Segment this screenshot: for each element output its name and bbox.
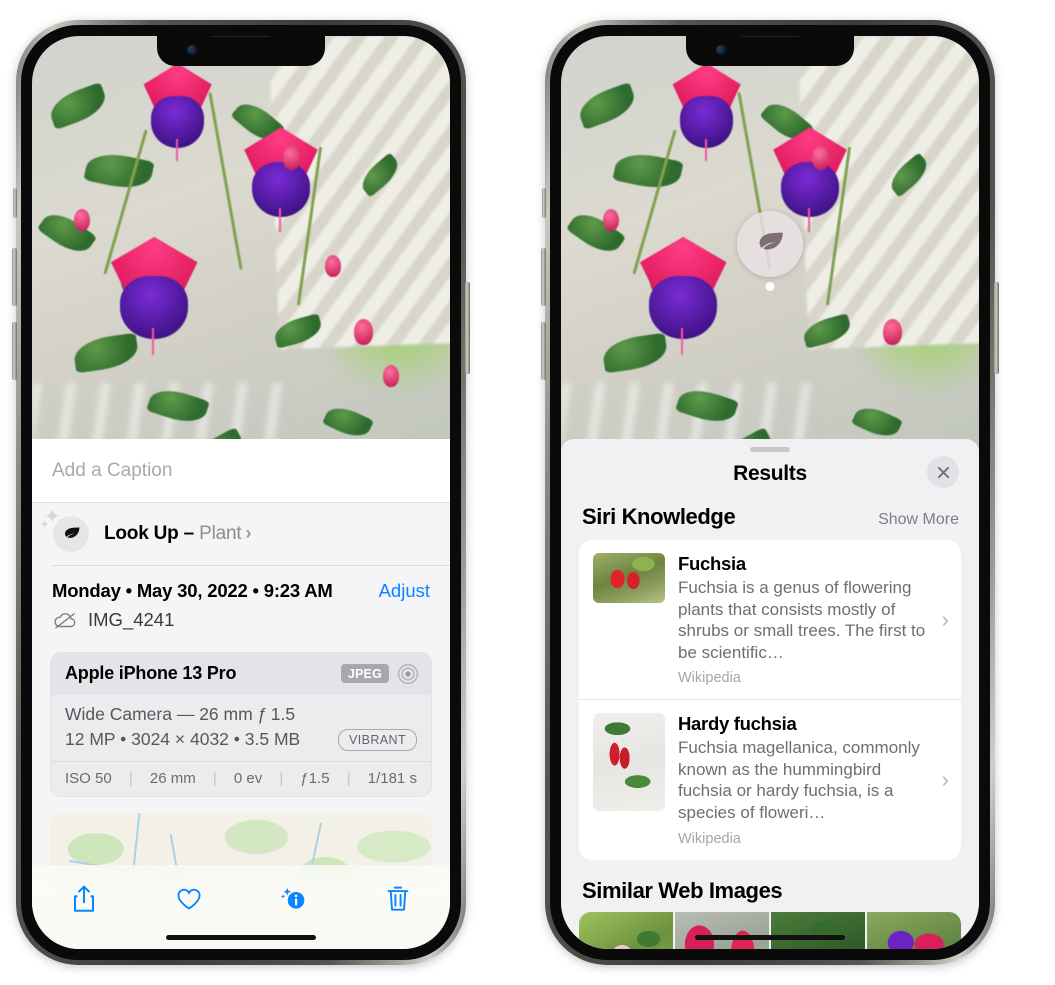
web-image-4[interactable] bbox=[867, 911, 961, 949]
share-button[interactable] bbox=[58, 879, 110, 919]
iphone-device-right: Results Siri Knowledge Show More Fuchsia… bbox=[541, 20, 999, 965]
file-format-badge: JPEG bbox=[340, 664, 389, 683]
volume-up-button[interactable] bbox=[541, 248, 546, 306]
leaf-icon: ✦ ✦ bbox=[40, 507, 89, 552]
home-indicator[interactable] bbox=[166, 935, 316, 940]
volume-down-button[interactable] bbox=[12, 322, 17, 380]
aperture-icon bbox=[397, 663, 419, 684]
power-button[interactable] bbox=[465, 282, 470, 374]
volume-up-button[interactable] bbox=[12, 248, 17, 306]
close-icon bbox=[937, 466, 949, 478]
exif-stats-row: ISO 50 | 26 mm | 0 ev | ƒ1.5 | 1/181 s bbox=[51, 760, 431, 796]
show-more-button[interactable]: Show More bbox=[878, 511, 959, 529]
look-up-label: Look Up – Plant › bbox=[104, 523, 251, 545]
results-header: Results bbox=[561, 452, 979, 502]
results-title: Results bbox=[733, 462, 807, 485]
stat-separator: | bbox=[212, 769, 217, 787]
screenshot-stage: Add a Caption ✦ ✦ Look Up – Plant › Mond… bbox=[0, 0, 1055, 985]
home-indicator[interactable] bbox=[695, 935, 845, 940]
list-item[interactable]: Fuchsia Fuchsia is a genus of flowering … bbox=[579, 540, 961, 699]
mute-switch[interactable] bbox=[542, 188, 546, 218]
screen-right: Results Siri Knowledge Show More Fuchsia… bbox=[561, 36, 979, 949]
notch bbox=[157, 36, 325, 66]
stat-separator: | bbox=[279, 769, 284, 787]
similar-web-images-header: Similar Web Images bbox=[561, 860, 979, 912]
delete-button[interactable] bbox=[372, 879, 424, 919]
resolution-info: 12 MP • 3024 × 4032 • 3.5 MB bbox=[65, 729, 301, 749]
photo-date: Monday • May 30, 2022 • 9:23 AM bbox=[52, 579, 333, 601]
results-sheet: Results Siri Knowledge Show More Fuchsia… bbox=[561, 439, 979, 949]
web-image-2[interactable] bbox=[675, 911, 769, 949]
photographic-style-badge: VIBRANT bbox=[338, 728, 417, 751]
adjust-button[interactable]: Adjust bbox=[379, 580, 430, 602]
result-description: Fuchsia magellanica, commonly known as t… bbox=[678, 738, 920, 823]
visual-look-up-badge[interactable] bbox=[737, 211, 803, 277]
result-title: Fuchsia bbox=[678, 553, 746, 574]
notch bbox=[686, 36, 854, 66]
leaf-icon bbox=[759, 232, 783, 250]
result-title: Hardy fuchsia bbox=[678, 713, 797, 735]
list-item[interactable]: Hardy fuchsia Fuchsia magellanica, commo… bbox=[579, 699, 961, 859]
info-sparkle-icon bbox=[281, 887, 305, 909]
sparkle-small-icon: ✦ bbox=[40, 519, 50, 531]
info-button[interactable] bbox=[267, 879, 319, 919]
close-button[interactable] bbox=[927, 456, 959, 488]
iphone-device-left: Add a Caption ✦ ✦ Look Up – Plant › Mond… bbox=[12, 20, 470, 965]
screen-left: Add a Caption ✦ ✦ Look Up – Plant › Mond… bbox=[32, 36, 450, 949]
front-camera-icon bbox=[716, 45, 726, 55]
web-image-1[interactable] bbox=[579, 911, 673, 949]
heart-icon bbox=[177, 888, 201, 910]
date-block: Monday • May 30, 2022 • 9:23 AM Adjust I… bbox=[32, 566, 450, 635]
stat-separator: | bbox=[128, 769, 133, 787]
chevron-right-icon: › bbox=[245, 523, 252, 543]
exif-shutter-speed: 1/181 s bbox=[367, 769, 417, 787]
hardy-fuchsia-thumbnail bbox=[593, 713, 665, 812]
volume-down-button[interactable] bbox=[541, 322, 546, 380]
result-source: Wikipedia bbox=[678, 670, 741, 687]
exif-aperture: ƒ1.5 bbox=[300, 769, 330, 787]
exif-card[interactable]: Apple iPhone 13 Pro JPEG Wide Camera — 2… bbox=[50, 651, 432, 797]
similar-web-images-strip bbox=[579, 911, 961, 949]
mute-switch[interactable] bbox=[13, 188, 17, 218]
siri-knowledge-header: Siri Knowledge Show More bbox=[561, 502, 979, 540]
device-bezel: Add a Caption ✦ ✦ Look Up – Plant › Mond… bbox=[21, 25, 461, 960]
exif-focal-length: 26 mm bbox=[149, 769, 196, 787]
fuchsia-thumbnail bbox=[593, 553, 665, 603]
result-description: Fuchsia is a genus of flowering plants t… bbox=[678, 578, 926, 662]
chevron-right-icon: › bbox=[941, 766, 949, 792]
photo-filename: IMG_4241 bbox=[88, 608, 175, 630]
look-up-text: Look Up bbox=[104, 523, 179, 544]
device-bezel: Results Siri Knowledge Show More Fuchsia… bbox=[550, 25, 990, 960]
favorite-button[interactable] bbox=[163, 879, 215, 919]
chevron-right-icon: › bbox=[941, 606, 949, 632]
web-image-3[interactable] bbox=[771, 911, 865, 949]
stat-separator: | bbox=[346, 769, 351, 787]
look-up-subject: Plant bbox=[199, 523, 242, 544]
caption-input[interactable]: Add a Caption bbox=[52, 460, 430, 482]
earpiece-speaker bbox=[210, 36, 272, 37]
result-source: Wikipedia bbox=[678, 830, 741, 847]
earpiece-speaker bbox=[739, 36, 801, 37]
lens-info: Wide Camera — 26 mm ƒ 1.5 bbox=[65, 703, 296, 724]
power-button[interactable] bbox=[994, 282, 999, 374]
look-up-row[interactable]: ✦ ✦ Look Up – Plant › bbox=[32, 503, 450, 565]
front-camera-icon bbox=[187, 45, 197, 55]
siri-knowledge-card: Fuchsia Fuchsia is a genus of flowering … bbox=[579, 540, 961, 860]
exif-iso: ISO 50 bbox=[65, 769, 112, 787]
caption-field-row[interactable]: Add a Caption bbox=[32, 439, 450, 503]
similar-web-images-title: Similar Web Images bbox=[582, 877, 783, 903]
share-icon bbox=[74, 885, 95, 912]
exif-header: Apple iPhone 13 Pro JPEG bbox=[51, 652, 431, 695]
trash-icon bbox=[387, 886, 409, 911]
cloud-slash-icon bbox=[54, 612, 76, 629]
exif-body: Wide Camera — 26 mm ƒ 1.5 12 MP • 3024 ×… bbox=[51, 694, 431, 761]
look-up-dash: – bbox=[178, 523, 200, 544]
siri-knowledge-title: Siri Knowledge bbox=[582, 504, 736, 529]
exif-exposure-value: 0 ev bbox=[233, 769, 263, 787]
camera-device-name: Apple iPhone 13 Pro bbox=[65, 663, 237, 683]
